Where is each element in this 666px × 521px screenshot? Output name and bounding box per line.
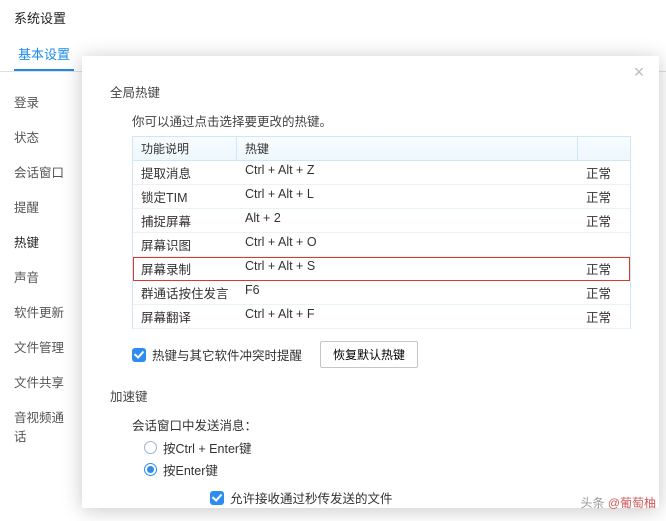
reset-hotkeys-button[interactable]: 恢复默认热键 xyxy=(320,341,418,368)
hotkey-key: Alt + 2 xyxy=(237,209,578,232)
accelerator-section: 加速键 会话窗口中发送消息： 按Ctrl + Enter键 按Enter键 xyxy=(110,386,631,479)
radio-enter[interactable]: 按Enter键 xyxy=(144,460,631,479)
col-hk: 热键 xyxy=(237,137,578,160)
settings-panel: × 全局热键 你可以通过点击选择要更改的热键。 功能说明 热键 提取消息Ctrl… xyxy=(82,56,659,508)
hotkey-fn: 屏幕翻译 xyxy=(133,305,237,328)
send-message-label: 会话窗口中发送消息： xyxy=(132,415,631,434)
check-icon xyxy=(210,491,224,505)
hotkey-status: 正常 xyxy=(578,161,630,184)
sidebar-item-2[interactable]: 会话窗口 xyxy=(0,154,88,189)
global-hotkeys-section: 全局热键 你可以通过点击选择要更改的热键。 功能说明 热键 提取消息Ctrl +… xyxy=(110,82,631,368)
col-fn: 功能说明 xyxy=(133,137,237,160)
hotkey-status: 正常 xyxy=(578,305,630,328)
hotkey-status: 正常 xyxy=(578,185,630,208)
hotkey-key: Ctrl + Alt + O xyxy=(237,233,578,256)
check-icon xyxy=(132,348,146,362)
col-st xyxy=(578,137,630,160)
hotkey-key: Ctrl + Alt + Z xyxy=(237,161,578,184)
hotkey-row[interactable]: 屏幕识图Ctrl + Alt + O xyxy=(133,233,630,257)
hotkey-key: Ctrl + Alt + S xyxy=(237,257,578,280)
hotkey-row[interactable]: 捕捉屏幕Alt + 2正常 xyxy=(133,209,630,233)
hotkey-status: 正常 xyxy=(578,281,630,304)
hotkey-key: F6 xyxy=(237,281,578,304)
sidebar-item-7[interactable]: 文件管理 xyxy=(0,329,88,364)
global-hotkeys-title: 全局热键 xyxy=(110,82,631,101)
sidebar-item-3[interactable]: 提醒 xyxy=(0,189,88,224)
hotkey-fn: 捕捉屏幕 xyxy=(133,209,237,232)
hotkey-status xyxy=(578,233,630,256)
hotkey-status: 正常 xyxy=(578,209,630,232)
radio-ctrl-enter[interactable]: 按Ctrl + Enter键 xyxy=(144,438,631,457)
close-icon[interactable]: × xyxy=(629,62,649,82)
window-title: 系统设置 xyxy=(0,0,666,36)
hotkey-fn: 屏幕识图 xyxy=(133,233,237,256)
sidebar-item-4[interactable]: 热键 xyxy=(0,224,88,259)
sidebar-item-1[interactable]: 状态 xyxy=(0,119,88,154)
hotkey-row[interactable]: 锁定TIMCtrl + Alt + L正常 xyxy=(133,185,630,209)
accelerator-title: 加速键 xyxy=(110,386,631,405)
conflict-alert-checkbox[interactable]: 热键与其它软件冲突时提醒 xyxy=(132,345,302,364)
hotkey-fn: 群通话按住发言 xyxy=(133,281,237,304)
sidebar-item-8[interactable]: 文件共享 xyxy=(0,364,88,399)
hotkey-table-header: 功能说明 热键 xyxy=(133,136,630,161)
allow-flash-transfer-label: 允许接收通过秒传发送的文件 xyxy=(230,488,393,507)
hotkey-row[interactable]: 提取消息Ctrl + Alt + Z正常 xyxy=(133,161,630,185)
hotkey-key: Ctrl + Alt + L xyxy=(237,185,578,208)
author-watermark: 头条 @葡萄柚 xyxy=(580,494,656,511)
hotkey-fn: 屏幕录制 xyxy=(133,257,237,280)
radio-icon xyxy=(144,463,157,476)
hotkey-row[interactable]: 群通话按住发言F6正常 xyxy=(133,281,630,305)
sidebar-item-5[interactable]: 声音 xyxy=(0,259,88,294)
hotkey-fn: 提取消息 xyxy=(133,161,237,184)
radio-enter-label: 按Enter键 xyxy=(163,460,218,479)
hotkey-row[interactable]: 屏幕录制Ctrl + Alt + S正常 xyxy=(133,257,630,281)
sidebar-item-6[interactable]: 软件更新 xyxy=(0,294,88,329)
allow-flash-transfer-checkbox[interactable]: 允许接收通过秒传发送的文件 xyxy=(210,488,393,507)
hotkey-fn: 锁定TIM xyxy=(133,185,237,208)
sidebar-item-0[interactable]: 登录 xyxy=(0,84,88,119)
global-hotkeys-hint: 你可以通过点击选择要更改的热键。 xyxy=(132,111,631,130)
hotkey-table: 功能说明 热键 提取消息Ctrl + Alt + Z正常锁定TIMCtrl + … xyxy=(132,136,631,329)
radio-icon xyxy=(144,441,157,454)
conflict-alert-label: 热键与其它软件冲突时提醒 xyxy=(152,345,302,364)
radio-ctrl-enter-label: 按Ctrl + Enter键 xyxy=(163,438,252,457)
hotkey-status: 正常 xyxy=(578,257,630,280)
sidebar: 登录状态会话窗口提醒热键声音软件更新文件管理文件共享音视频通话 xyxy=(0,72,88,521)
hotkey-row[interactable]: 屏幕翻译Ctrl + Alt + F正常 xyxy=(133,305,630,329)
sidebar-item-9[interactable]: 音视频通话 xyxy=(0,399,88,453)
tab-basic[interactable]: 基本设置 xyxy=(14,36,74,71)
hotkey-key: Ctrl + Alt + F xyxy=(237,305,578,328)
